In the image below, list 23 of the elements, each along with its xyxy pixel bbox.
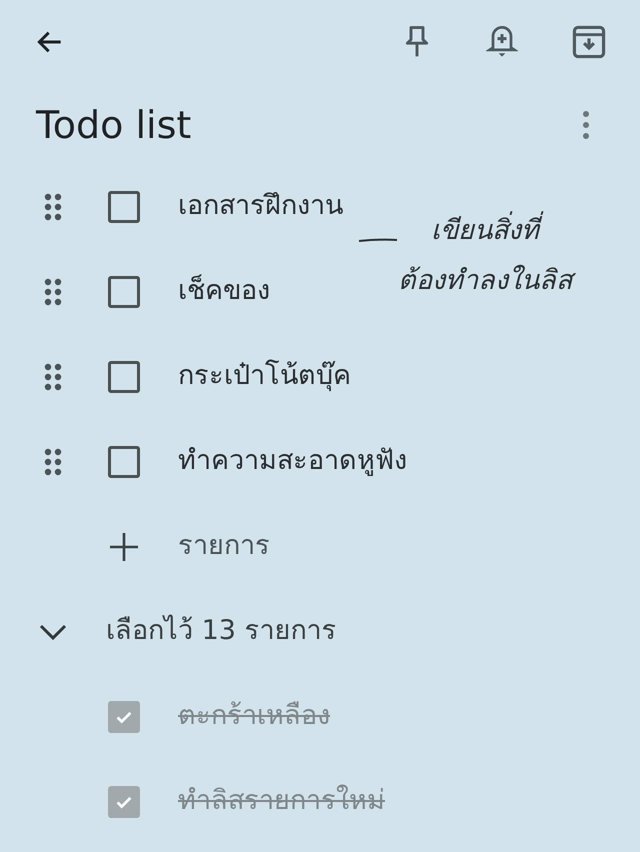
archive-icon[interactable] (572, 25, 606, 59)
handwritten-note: เขียนสิ่งที่ (423, 206, 547, 256)
checkbox[interactable] (108, 786, 140, 818)
item-text[interactable]: เช็คของ (178, 271, 270, 312)
item-text[interactable]: ทำความสะอาดหูฟัง (178, 441, 407, 482)
checkbox[interactable] (108, 446, 140, 478)
checkbox[interactable] (108, 276, 140, 308)
add-item-button[interactable]: รายการ (0, 504, 640, 589)
note-title[interactable]: Todo list (36, 96, 192, 154)
drag-handle-icon[interactable] (44, 362, 62, 390)
plus-icon (108, 530, 140, 562)
completed-section-toggle[interactable]: เลือกไว้ 13 รายการ (0, 589, 640, 674)
item-text[interactable]: กระเป๋าโน้ตบุ๊ค (178, 356, 351, 397)
handwritten-note: ต้องทำลงในลิส (390, 256, 580, 306)
drag-handle-icon[interactable] (44, 448, 62, 476)
item-text[interactable]: เอกสารฝึกงาน (178, 186, 343, 227)
checkbox[interactable] (108, 360, 140, 392)
drag-handle-icon[interactable] (44, 278, 62, 306)
checkbox[interactable] (108, 190, 140, 222)
checkbox[interactable] (108, 700, 140, 732)
drag-handle-icon[interactable] (44, 192, 62, 220)
more-options-icon[interactable] (582, 110, 590, 140)
leader-line (358, 236, 398, 244)
